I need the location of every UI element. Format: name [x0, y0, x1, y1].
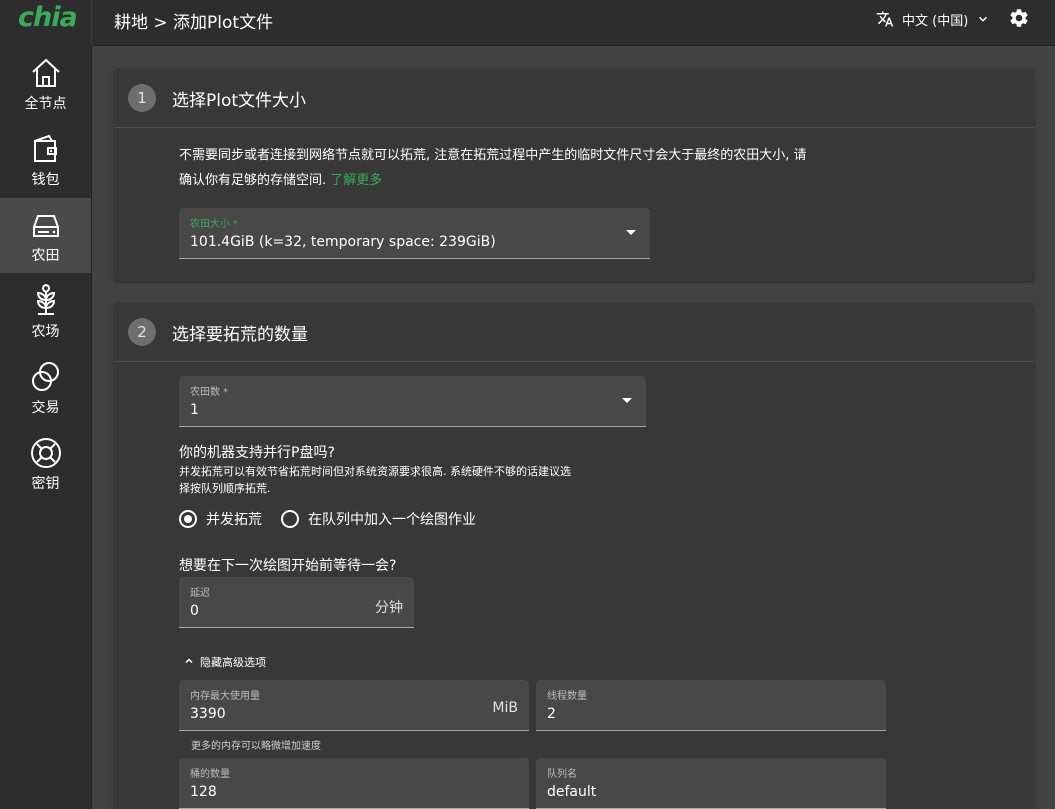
dropdown-arrow-icon: [622, 398, 632, 403]
delay-question: 想要在下一次绘图开始前等待一会?: [179, 558, 397, 574]
plot-size-select[interactable]: 农田大小 * 101.4GiB (k=32, temporary space: …: [179, 208, 650, 259]
language-label: 中文 (中国): [902, 13, 969, 29]
memory-helper-text: 更多的内存可以略微增加速度: [191, 741, 321, 752]
sidebar-item-label: 农田: [31, 248, 60, 264]
radio-label: 并发拓荒: [206, 512, 262, 528]
delay-unit: 分钟: [375, 600, 403, 616]
buckets-input[interactable]: 桶的数量 128: [179, 758, 529, 809]
sidebar-item-wallet[interactable]: 钱包: [0, 122, 91, 197]
threads-input[interactable]: 线程数量 2: [536, 680, 886, 731]
delay-label: 延迟: [190, 588, 210, 599]
threads-label: 线程数量: [547, 691, 587, 702]
plot-size-label: 农田大小 *: [190, 219, 239, 230]
hard-drive-icon: [29, 208, 63, 242]
queue-name-input[interactable]: 队列名 default: [536, 758, 886, 809]
parallel-hint-line: 择按队列顺序拓荒.: [179, 482, 271, 495]
plot-size-value: 101.4GiB (k=32, temporary space: 239GiB): [190, 234, 496, 250]
sidebar-item-full-node[interactable]: 全节点: [0, 46, 91, 121]
radio-queue[interactable]: 在队列中加入一个绘图作业: [281, 509, 476, 529]
settings-icon[interactable]: [1008, 7, 1030, 29]
step-number: 1: [128, 84, 156, 112]
threads-value: 2: [547, 706, 556, 722]
breadcrumb: 耕地 > 添加Plot文件: [114, 13, 274, 33]
lifebuoy-icon: [29, 436, 63, 470]
delay-input[interactable]: 延迟 0 分钟: [179, 577, 414, 628]
sidebar-item-label: 密钥: [31, 476, 60, 492]
sidebar-item-plots[interactable]: 农田: [0, 198, 91, 273]
queue-label: 队列名: [547, 769, 577, 780]
queue-value: default: [547, 784, 597, 800]
app-logo: chia: [0, 0, 92, 46]
logo-text: chia: [18, 2, 78, 33]
dropdown-arrow-icon: [626, 230, 636, 235]
advanced-options-toggle[interactable]: 隐藏高级选项: [183, 654, 266, 670]
top-bar: chia 耕地 > 添加Plot文件 中文 (中国): [0, 0, 1055, 46]
sidebar-item-keys[interactable]: 密钥: [0, 426, 91, 501]
chevron-up-icon: [183, 655, 200, 670]
parallel-hint: 并发拓荒可以有效节省拓荒时间但对系统资源要求很高. 系统硬件不够的话建议选 择按…: [179, 463, 659, 497]
sidebar: 全节点 钱包 农田 农场 交易 密钥: [0, 46, 92, 809]
plot-count-label: 农田数 *: [190, 387, 229, 398]
learn-more-link[interactable]: 了解更多: [330, 173, 382, 188]
home-icon: [29, 56, 63, 90]
radio-label: 在队列中加入一个绘图作业: [308, 512, 476, 528]
plot-count-value: 1: [190, 402, 199, 418]
translate-icon: [876, 10, 894, 28]
step2-header: 2 选择要拓荒的数量: [114, 303, 1034, 362]
sidebar-item-label: 交易: [31, 400, 60, 416]
plot-size-description: 不需要同步或者连接到网络节点就可以拓荒, 注意在拓荒过程中产生的临时文件尺寸会大…: [179, 143, 899, 193]
step-number: 2: [128, 318, 156, 346]
description-line: 不需要同步或者连接到网络节点就可以拓荒, 注意在拓荒过程中产生的临时文件尺寸会大…: [179, 148, 807, 163]
main-content: 1 选择Plot文件大小 不需要同步或者连接到网络节点就可以拓荒, 注意在拓荒过…: [92, 47, 1055, 809]
memory-label: 内存最大使用量: [190, 691, 260, 702]
memory-unit: MiB: [492, 700, 518, 716]
sidebar-item-farm[interactable]: 农场: [0, 274, 91, 349]
sidebar-item-label: 全节点: [24, 96, 67, 112]
step1-card: 1 选择Plot文件大小 不需要同步或者连接到网络节点就可以拓荒, 注意在拓荒过…: [114, 69, 1034, 281]
chevron-down-icon: [976, 12, 990, 26]
parallel-hint-line: 并发拓荒可以有效节省拓荒时间但对系统资源要求很高. 系统硬件不够的话建议选: [179, 465, 571, 478]
description-line-2: 确认你有足够的存储空间. 了解更多: [179, 168, 899, 193]
language-selector[interactable]: 中文 (中国): [876, 8, 990, 30]
sprout-icon: [29, 284, 63, 318]
buckets-value: 128: [190, 784, 217, 800]
trade-icon: [29, 360, 63, 394]
plot-count-select[interactable]: 农田数 * 1: [179, 376, 646, 427]
advanced-toggle-label: 隐藏高级选项: [200, 656, 266, 669]
buckets-label: 桶的数量: [190, 769, 230, 780]
sidebar-item-trade[interactable]: 交易: [0, 350, 91, 425]
step1-title: 选择Plot文件大小: [172, 90, 307, 111]
memory-input[interactable]: 内存最大使用量 3390 MiB: [179, 680, 529, 731]
step2-title: 选择要拓荒的数量: [172, 324, 308, 345]
sidebar-item-label: 钱包: [31, 172, 60, 188]
radio-parallel[interactable]: 并发拓荒: [179, 509, 262, 529]
memory-value: 3390: [190, 706, 226, 722]
radio-button[interactable]: [281, 510, 299, 528]
step1-header: 1 选择Plot文件大小: [114, 69, 1034, 128]
wallet-icon: [29, 132, 63, 166]
radio-button[interactable]: [179, 510, 197, 528]
sidebar-item-label: 农场: [31, 324, 60, 340]
delay-value: 0: [190, 603, 199, 619]
step2-card: 2 选择要拓荒的数量 农田数 * 1 你的机器支持并行P盘吗? 并发拓荒可以有效…: [114, 303, 1034, 809]
parallel-question: 你的机器支持并行P盘吗?: [179, 445, 335, 461]
description-text: 确认你有足够的存储空间.: [179, 173, 327, 188]
